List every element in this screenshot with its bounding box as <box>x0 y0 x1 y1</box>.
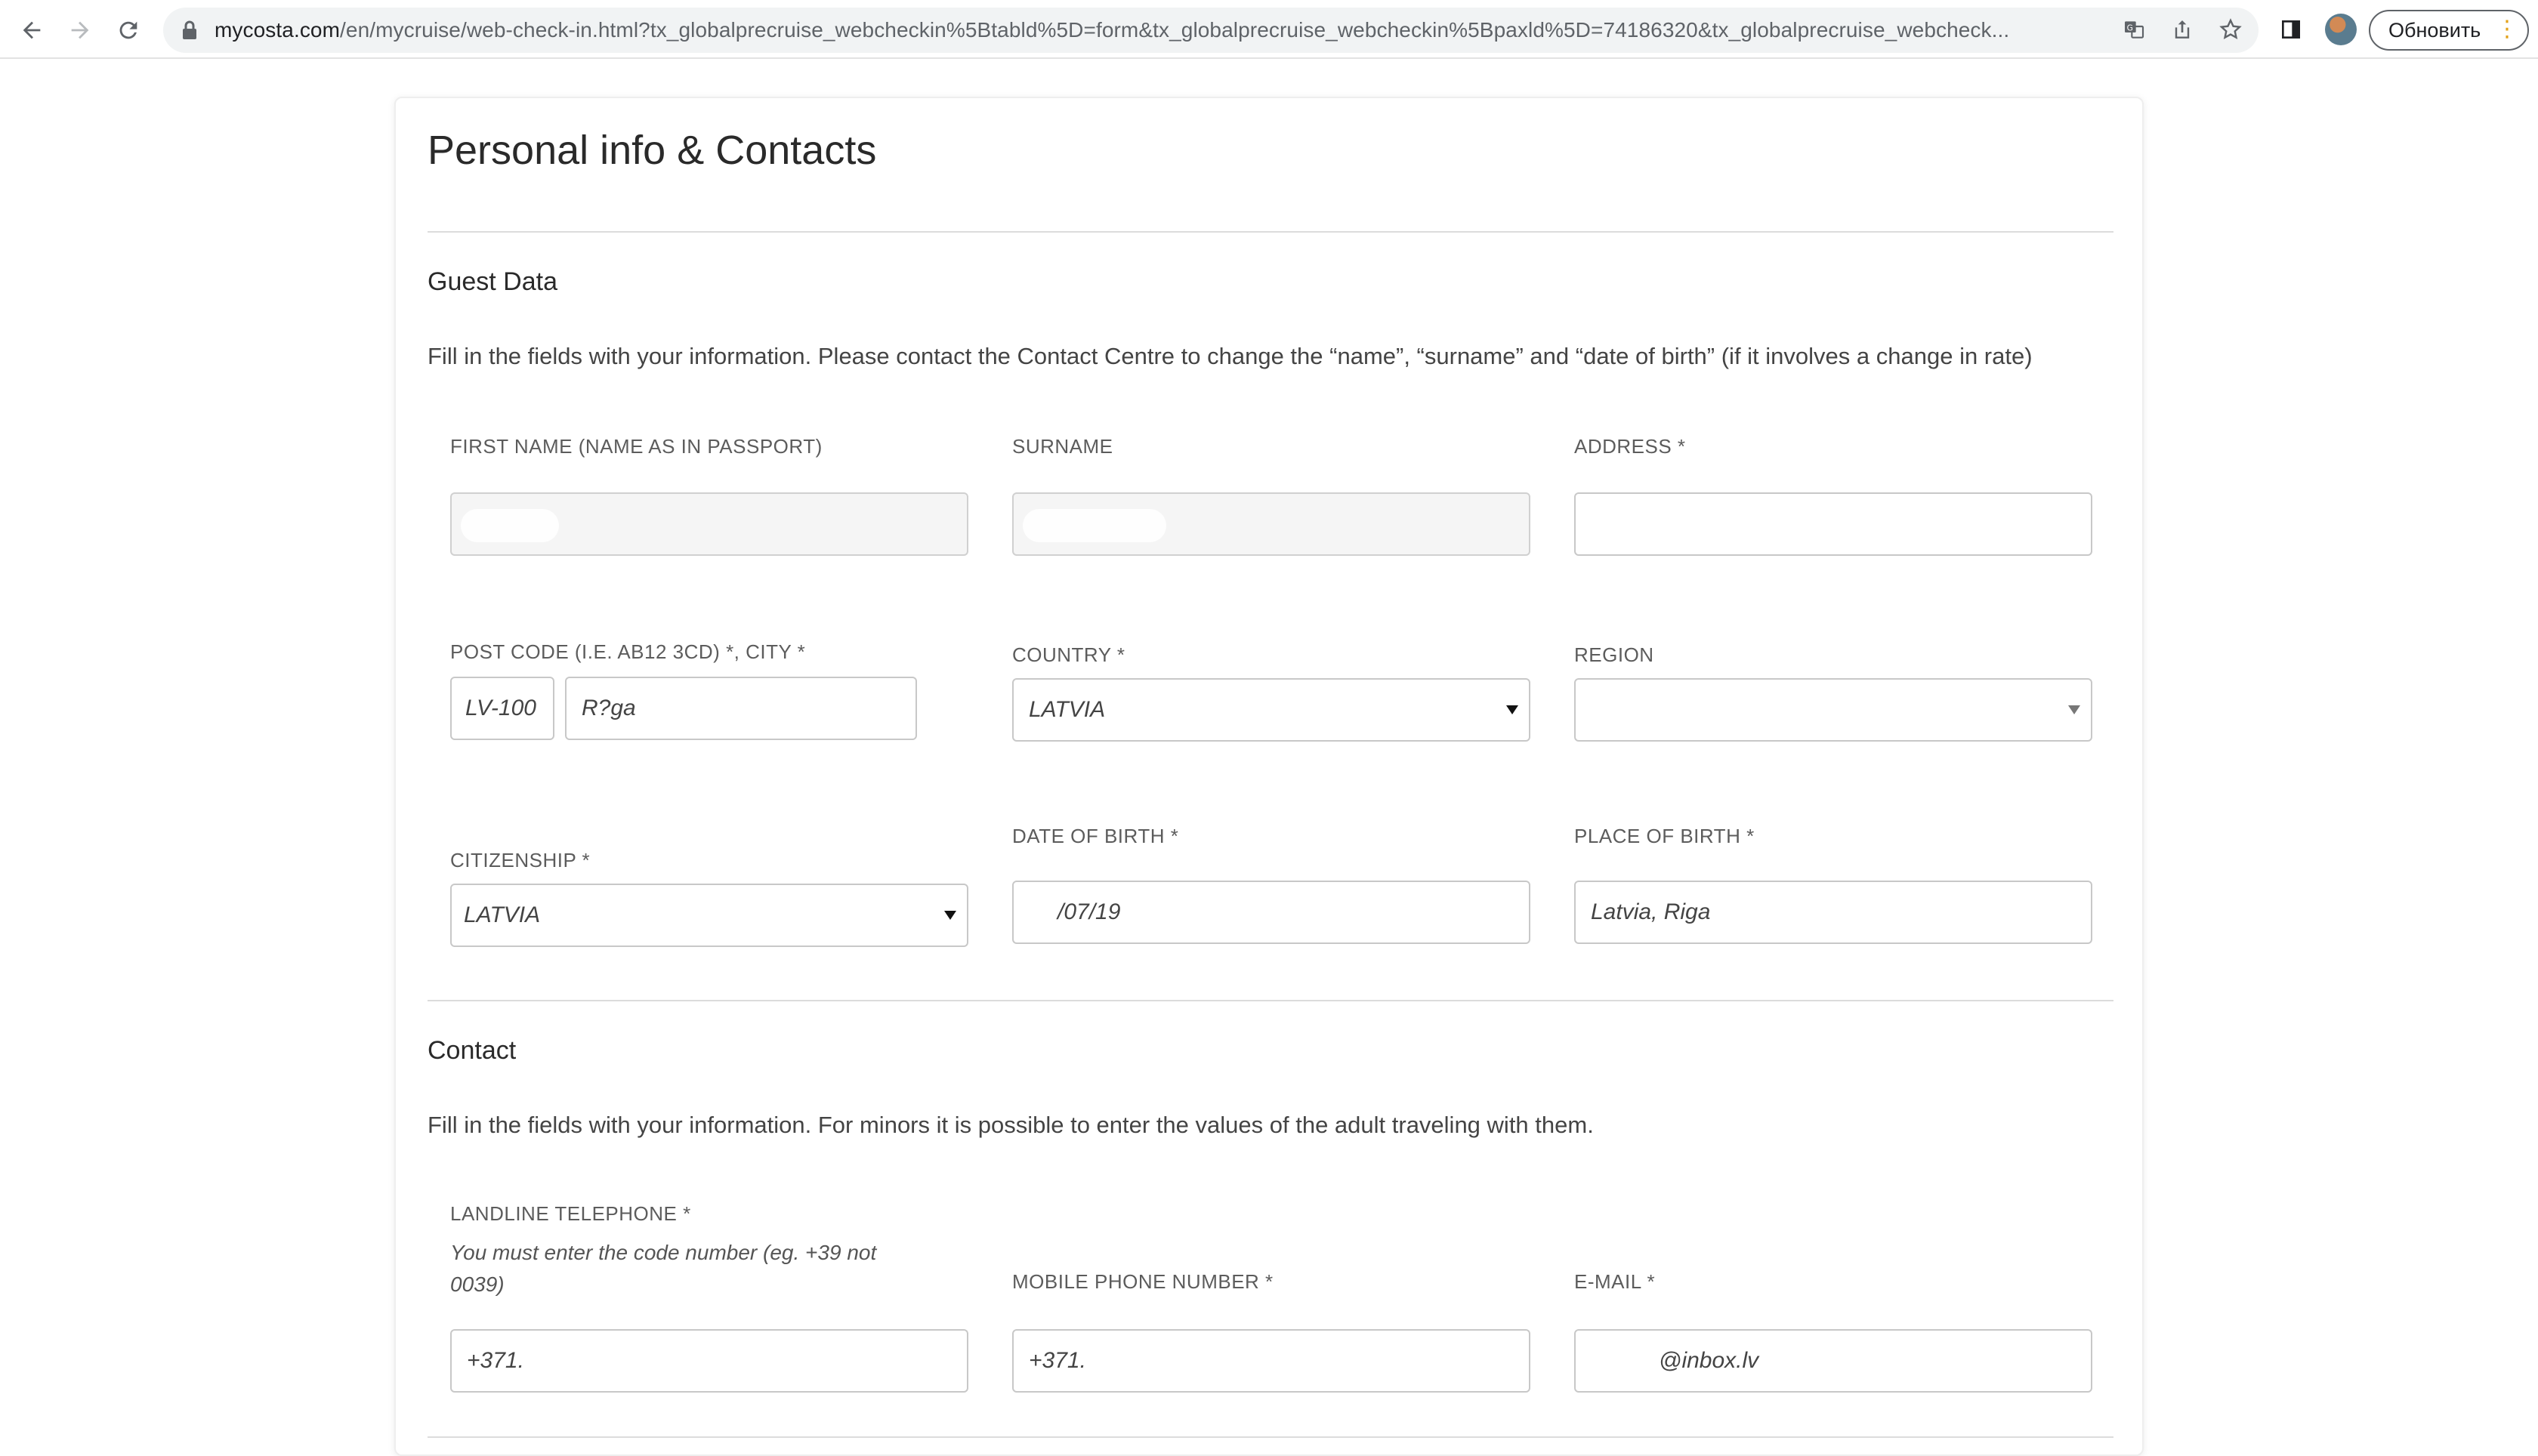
landline-label: LANDLINE TELEPHONE * <box>450 1202 691 1225</box>
pob-input[interactable]: Latvia, Riga <box>1574 881 2092 944</box>
share-icon[interactable] <box>2165 12 2200 47</box>
lock-icon <box>183 20 196 39</box>
dob-label: DATE OF BIRTH * <box>1012 825 1179 847</box>
reload-icon <box>119 21 137 39</box>
contact-title: Contact <box>428 1036 517 1065</box>
email-input[interactable]: @inbox.lv <box>1574 1329 2092 1393</box>
surname-label: SURNAME <box>1012 435 1113 458</box>
address-bar[interactable]: mycosta.com/en/mycruise/web-check-in.htm… <box>163 8 2259 53</box>
citizenship-select[interactable]: LATVIA <box>450 884 968 947</box>
country-label: COUNTRY * <box>1012 643 1125 666</box>
chevron-down-icon <box>944 911 956 920</box>
section-divider <box>428 1000 2113 1001</box>
forward-arrow-icon <box>71 21 89 39</box>
region-label: REGION <box>1574 643 1654 666</box>
redacted-value <box>1023 509 1166 542</box>
mobile-label: MOBILE PHONE NUMBER * <box>1012 1270 1274 1293</box>
landline-hint: You must enter the code number (eg. +39 … <box>450 1241 877 1296</box>
first-name-input <box>450 492 968 556</box>
region-select[interactable] <box>1574 678 2092 742</box>
address-label: ADDRESS * <box>1574 435 1686 458</box>
bottom-divider <box>428 1436 2113 1438</box>
first-name-label: FIRST NAME (NAME AS IN PASSPORT) <box>450 435 823 458</box>
postcode-input[interactable]: LV-100 <box>450 677 554 740</box>
contact-description: Fill in the fields with your information… <box>428 1112 1594 1138</box>
dob-input[interactable]: /07/19 <box>1012 881 1530 944</box>
address-input[interactable] <box>1574 492 2092 556</box>
bookmark-star-icon[interactable] <box>2213 12 2248 47</box>
update-button[interactable]: Обновить ⋮ <box>2369 10 2529 51</box>
forward-button[interactable] <box>60 11 100 50</box>
profile-avatar[interactable] <box>2325 14 2357 45</box>
translate-icon[interactable]: G <box>2117 12 2151 47</box>
guest-data-title: Guest Data <box>428 267 557 296</box>
chevron-down-icon <box>2068 705 2080 714</box>
url-text[interactable]: mycosta.com/en/mycruise/web-check-in.htm… <box>215 8 2269 53</box>
city-input[interactable]: R?ga <box>565 677 917 740</box>
browser-toolbar: mycosta.com/en/mycruise/web-check-in.htm… <box>0 0 2538 59</box>
surname-input <box>1012 492 1530 556</box>
side-panel-icon[interactable] <box>2274 12 2308 47</box>
redacted-value <box>461 509 559 542</box>
svg-text:G: G <box>2127 23 2133 32</box>
country-select[interactable]: LATVIA <box>1012 678 1530 742</box>
update-button-label: Обновить <box>2388 19 2481 42</box>
country-value: LATVIA <box>1029 697 1106 722</box>
menu-dots-icon[interactable]: ⋮ <box>2496 11 2518 48</box>
title-divider <box>428 231 2113 233</box>
postcode-city-label: POST CODE (I.E. AB12 3CD) *, CITY * <box>450 640 806 663</box>
url-path: /en/mycruise/web-check-in.html?tx_global… <box>340 18 2010 42</box>
page-title: Personal info & Contacts <box>428 128 877 173</box>
url-host: mycosta.com <box>215 18 341 42</box>
mobile-input[interactable]: +371. <box>1012 1329 1530 1393</box>
citizenship-value: LATVIA <box>464 902 541 927</box>
back-button[interactable] <box>12 11 51 50</box>
landline-input[interactable]: +371. <box>450 1329 968 1393</box>
email-label: E-MAIL * <box>1574 1270 1656 1293</box>
chevron-down-icon <box>1506 705 1518 714</box>
reload-button[interactable] <box>109 11 148 50</box>
guest-data-description: Fill in the fields with your information… <box>428 343 2033 369</box>
back-arrow-icon <box>23 21 41 39</box>
checkin-card: Personal info & Contacts Guest Data Fill… <box>394 97 2144 1456</box>
pob-label: PLACE OF BIRTH * <box>1574 825 1755 847</box>
citizenship-label: CITIZENSHIP * <box>450 849 591 871</box>
